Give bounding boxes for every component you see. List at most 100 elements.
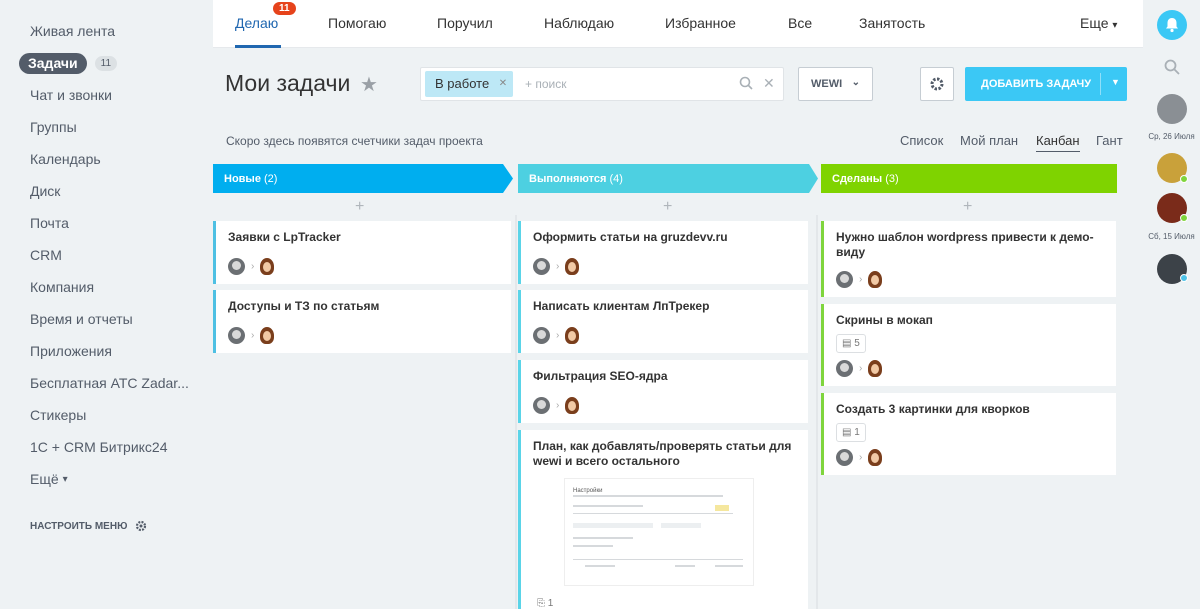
left-sidebar: Живая лента Задачи 11 Чат и звонки Группы…	[0, 0, 212, 609]
view-list[interactable]: Список	[900, 133, 943, 148]
active-tab-underline	[235, 45, 281, 48]
sidebar-item-company[interactable]: Компания	[0, 271, 212, 303]
task-title[interactable]: Нужно шаблон wordpress привести к демо-в…	[836, 230, 1104, 260]
stage-done[interactable]: Сделаны (3)	[821, 164, 899, 193]
chevron-down-icon: ⌄	[851, 77, 860, 88]
tab-more[interactable]: Еще ▾	[1080, 15, 1117, 31]
sidebar-item-calendar[interactable]: Календарь	[0, 143, 212, 175]
add-card-new-button[interactable]: +	[355, 198, 364, 216]
tab-doing-badge: 11	[273, 2, 296, 15]
attachment-count: ⎘ 1	[537, 598, 554, 609]
sidebar-item-crm[interactable]: CRM	[0, 239, 212, 271]
sidebar-item-groups[interactable]: Группы	[0, 111, 212, 143]
counters-notice: Скоро здесь появятся счетчики задач прое…	[226, 134, 483, 148]
page-title: Мои задачи	[225, 70, 351, 96]
task-title[interactable]: Написать клиентам ЛпТрекер	[533, 299, 796, 314]
sidebar-item-feed[interactable]: Живая лента	[0, 15, 212, 47]
task-card[interactable]: Создать 3 картинки для кворков ▤ 1 ›	[821, 393, 1116, 475]
close-icon[interactable]: ✕	[499, 78, 507, 89]
tab-helping[interactable]: Помогаю	[328, 15, 386, 31]
sidebar-item-tasks[interactable]: Задачи 11	[0, 47, 212, 79]
notifications-button[interactable]	[1157, 10, 1187, 40]
sidebar-item-mail[interactable]: Почта	[0, 207, 212, 239]
task-card[interactable]: Фильтрация SEO-ядра ›	[518, 360, 808, 423]
stage-progress[interactable]: Выполняются (4)	[518, 164, 623, 193]
avatar[interactable]	[565, 258, 580, 275]
online-indicator	[1180, 274, 1188, 282]
task-card[interactable]: Заявки с LpTracker ›	[213, 221, 511, 284]
comments-count: ▤ 1	[836, 423, 866, 442]
avatar[interactable]	[565, 327, 580, 344]
tab-doing[interactable]: Делаю	[235, 15, 278, 31]
filter-chip[interactable]: В работе ✕	[425, 71, 514, 97]
avatar[interactable]	[260, 327, 275, 344]
project-select[interactable]: WEWI ⌄	[798, 67, 873, 101]
online-indicator	[1180, 214, 1188, 222]
search-icon[interactable]	[739, 76, 753, 90]
task-card[interactable]: Доступы и ТЗ по статьям ›	[213, 290, 511, 353]
sidebar-item-chat[interactable]: Чат и звонки	[0, 79, 212, 111]
avatar[interactable]	[260, 258, 275, 275]
view-kanban[interactable]: Канбан	[1036, 133, 1080, 152]
sidebar-item-ats[interactable]: Бесплатная АТС Zadar...	[0, 367, 212, 399]
avatar[interactable]	[228, 327, 245, 344]
add-card-progress-button[interactable]: +	[663, 198, 672, 216]
avatar[interactable]	[868, 360, 883, 377]
chevron-right-icon: ›	[859, 452, 863, 463]
avatar[interactable]	[868, 271, 883, 288]
task-title[interactable]: Создать 3 картинки для кворков	[836, 402, 1104, 417]
star-icon[interactable]: ★	[360, 72, 378, 97]
chevron-right-icon: ›	[251, 330, 255, 341]
task-title[interactable]: Скрины в мокап	[836, 313, 1104, 328]
avatar[interactable]	[1157, 94, 1187, 124]
clear-icon[interactable]: ✕	[763, 75, 775, 92]
task-title[interactable]: Фильтрация SEO-ядра	[533, 369, 796, 384]
tab-all[interactable]: Все	[788, 15, 812, 31]
chevron-down-icon[interactable]: ▼	[1111, 77, 1120, 87]
search-icon[interactable]	[1164, 59, 1180, 75]
avatar[interactable]	[533, 327, 550, 344]
task-card[interactable]: Написать клиентам ЛпТрекер ›	[518, 290, 808, 353]
task-card[interactable]: Оформить статьи на gruzdevv.ru ›	[518, 221, 808, 284]
chevron-right-icon: ›	[859, 363, 863, 374]
avatar[interactable]	[868, 449, 883, 466]
avatar[interactable]	[836, 360, 853, 377]
avatar[interactable]	[533, 397, 550, 414]
task-card[interactable]: Скрины в мокап ▤ 5 ›	[821, 304, 1116, 386]
tab-watching[interactable]: Наблюдаю	[544, 15, 614, 31]
sidebar-item-apps[interactable]: Приложения	[0, 335, 212, 367]
comments-count: ▤ 5	[836, 334, 866, 353]
attachment-thumbnail[interactable]: Настройки	[564, 478, 754, 586]
sidebar-item-1c[interactable]: 1С + CRM Битрикс24	[0, 431, 212, 463]
sidebar-item-more[interactable]: Ещё ▾	[0, 463, 212, 495]
sidebar-item-stickers[interactable]: Стикеры	[0, 399, 212, 431]
paperclip-icon: ⎘	[537, 598, 545, 609]
view-my-plan[interactable]: Мой план	[960, 133, 1018, 148]
tasks-count-badge: 11	[94, 55, 118, 71]
stage-new[interactable]: Новые (2)	[213, 164, 277, 193]
task-card[interactable]: Нужно шаблон wordpress привести к демо-в…	[821, 221, 1116, 297]
task-title[interactable]: Заявки с LpTracker	[228, 230, 499, 245]
sidebar-item-time[interactable]: Время и отчеты	[0, 303, 212, 335]
task-card[interactable]: План, как добавлять/проверять статьи для…	[518, 430, 808, 609]
task-title[interactable]: Оформить статьи на gruzdevv.ru	[533, 230, 796, 245]
settings-button[interactable]	[920, 67, 954, 101]
sidebar-item-disk[interactable]: Диск	[0, 175, 212, 207]
task-title[interactable]: Доступы и ТЗ по статьям	[228, 299, 499, 314]
tab-workload[interactable]: Занятость	[859, 15, 925, 31]
tab-assigned[interactable]: Поручил	[437, 15, 493, 31]
task-title[interactable]: План, как добавлять/проверять статьи для…	[533, 439, 796, 469]
search-input[interactable]: + поиск	[525, 77, 566, 91]
avatar[interactable]	[836, 449, 853, 466]
tab-favorites[interactable]: Избранное	[665, 15, 736, 31]
avatar[interactable]	[533, 258, 550, 275]
avatar[interactable]	[565, 397, 580, 414]
avatar[interactable]	[836, 271, 853, 288]
avatar[interactable]	[228, 258, 245, 275]
view-gantt[interactable]: Гант	[1096, 133, 1123, 148]
filter-search-box[interactable]: В работе ✕ + поиск ✕	[420, 67, 784, 101]
configure-menu-button[interactable]: НАСТРОИТЬ МЕНЮ	[30, 520, 147, 532]
add-card-done-button[interactable]: +	[963, 198, 972, 216]
chevron-right-icon: ›	[251, 261, 255, 272]
add-task-button[interactable]: ДОБАВИТЬ ЗАДАЧУ ▼	[965, 67, 1127, 101]
